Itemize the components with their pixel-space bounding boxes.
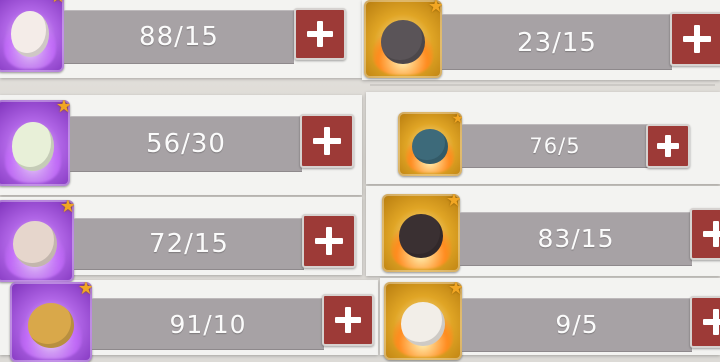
creature-portrait[interactable]: ★ — [382, 194, 460, 272]
creature-face — [381, 20, 425, 64]
creature-portrait[interactable]: ★ — [398, 112, 462, 176]
fragment-count: 76/5 — [529, 134, 581, 158]
star-badge-icon: ★ — [77, 282, 92, 299]
add-button[interactable] — [300, 114, 354, 168]
creature-portrait[interactable]: ★ — [0, 200, 74, 282]
fragment-count: 83/15 — [537, 224, 615, 253]
add-button[interactable] — [690, 296, 720, 348]
add-button[interactable] — [302, 214, 356, 268]
star-badge-icon: ★ — [447, 282, 462, 299]
creature-portrait[interactable]: ★ — [384, 282, 462, 360]
add-button[interactable] — [646, 124, 690, 168]
creature-face — [12, 122, 54, 171]
fragment-count: 23/15 — [517, 28, 597, 58]
creature-face — [399, 214, 443, 258]
creature-face — [412, 128, 448, 165]
creature-face — [13, 221, 57, 268]
creature-portrait[interactable]: ★ — [364, 0, 442, 78]
creature-portrait[interactable]: ★ — [10, 282, 92, 362]
add-button[interactable] — [322, 294, 374, 346]
fragment-count: 88/15 — [139, 22, 219, 52]
star-badge-icon: ★ — [59, 200, 74, 217]
star-badge-icon: ★ — [55, 100, 70, 117]
creature-portrait[interactable]: ★ — [0, 100, 70, 186]
fragment-count: 9/5 — [555, 310, 599, 339]
star-badge-icon: ★ — [445, 194, 460, 211]
star-badge-icon: ★ — [50, 0, 64, 6]
creature-portrait[interactable]: ★ — [0, 0, 64, 72]
creature-face — [28, 302, 74, 348]
fragment-count: 72/15 — [149, 229, 229, 259]
star-badge-icon: ★ — [451, 112, 462, 127]
add-button[interactable] — [294, 8, 346, 60]
fragment-count: 56/30 — [146, 129, 226, 159]
star-badge-icon: ★ — [427, 0, 442, 17]
add-button[interactable] — [670, 12, 720, 66]
divider — [370, 84, 715, 86]
add-button[interactable] — [690, 208, 720, 260]
fragment-count: 91/10 — [169, 310, 247, 339]
creature-face — [10, 11, 50, 58]
creature-face — [401, 302, 445, 346]
